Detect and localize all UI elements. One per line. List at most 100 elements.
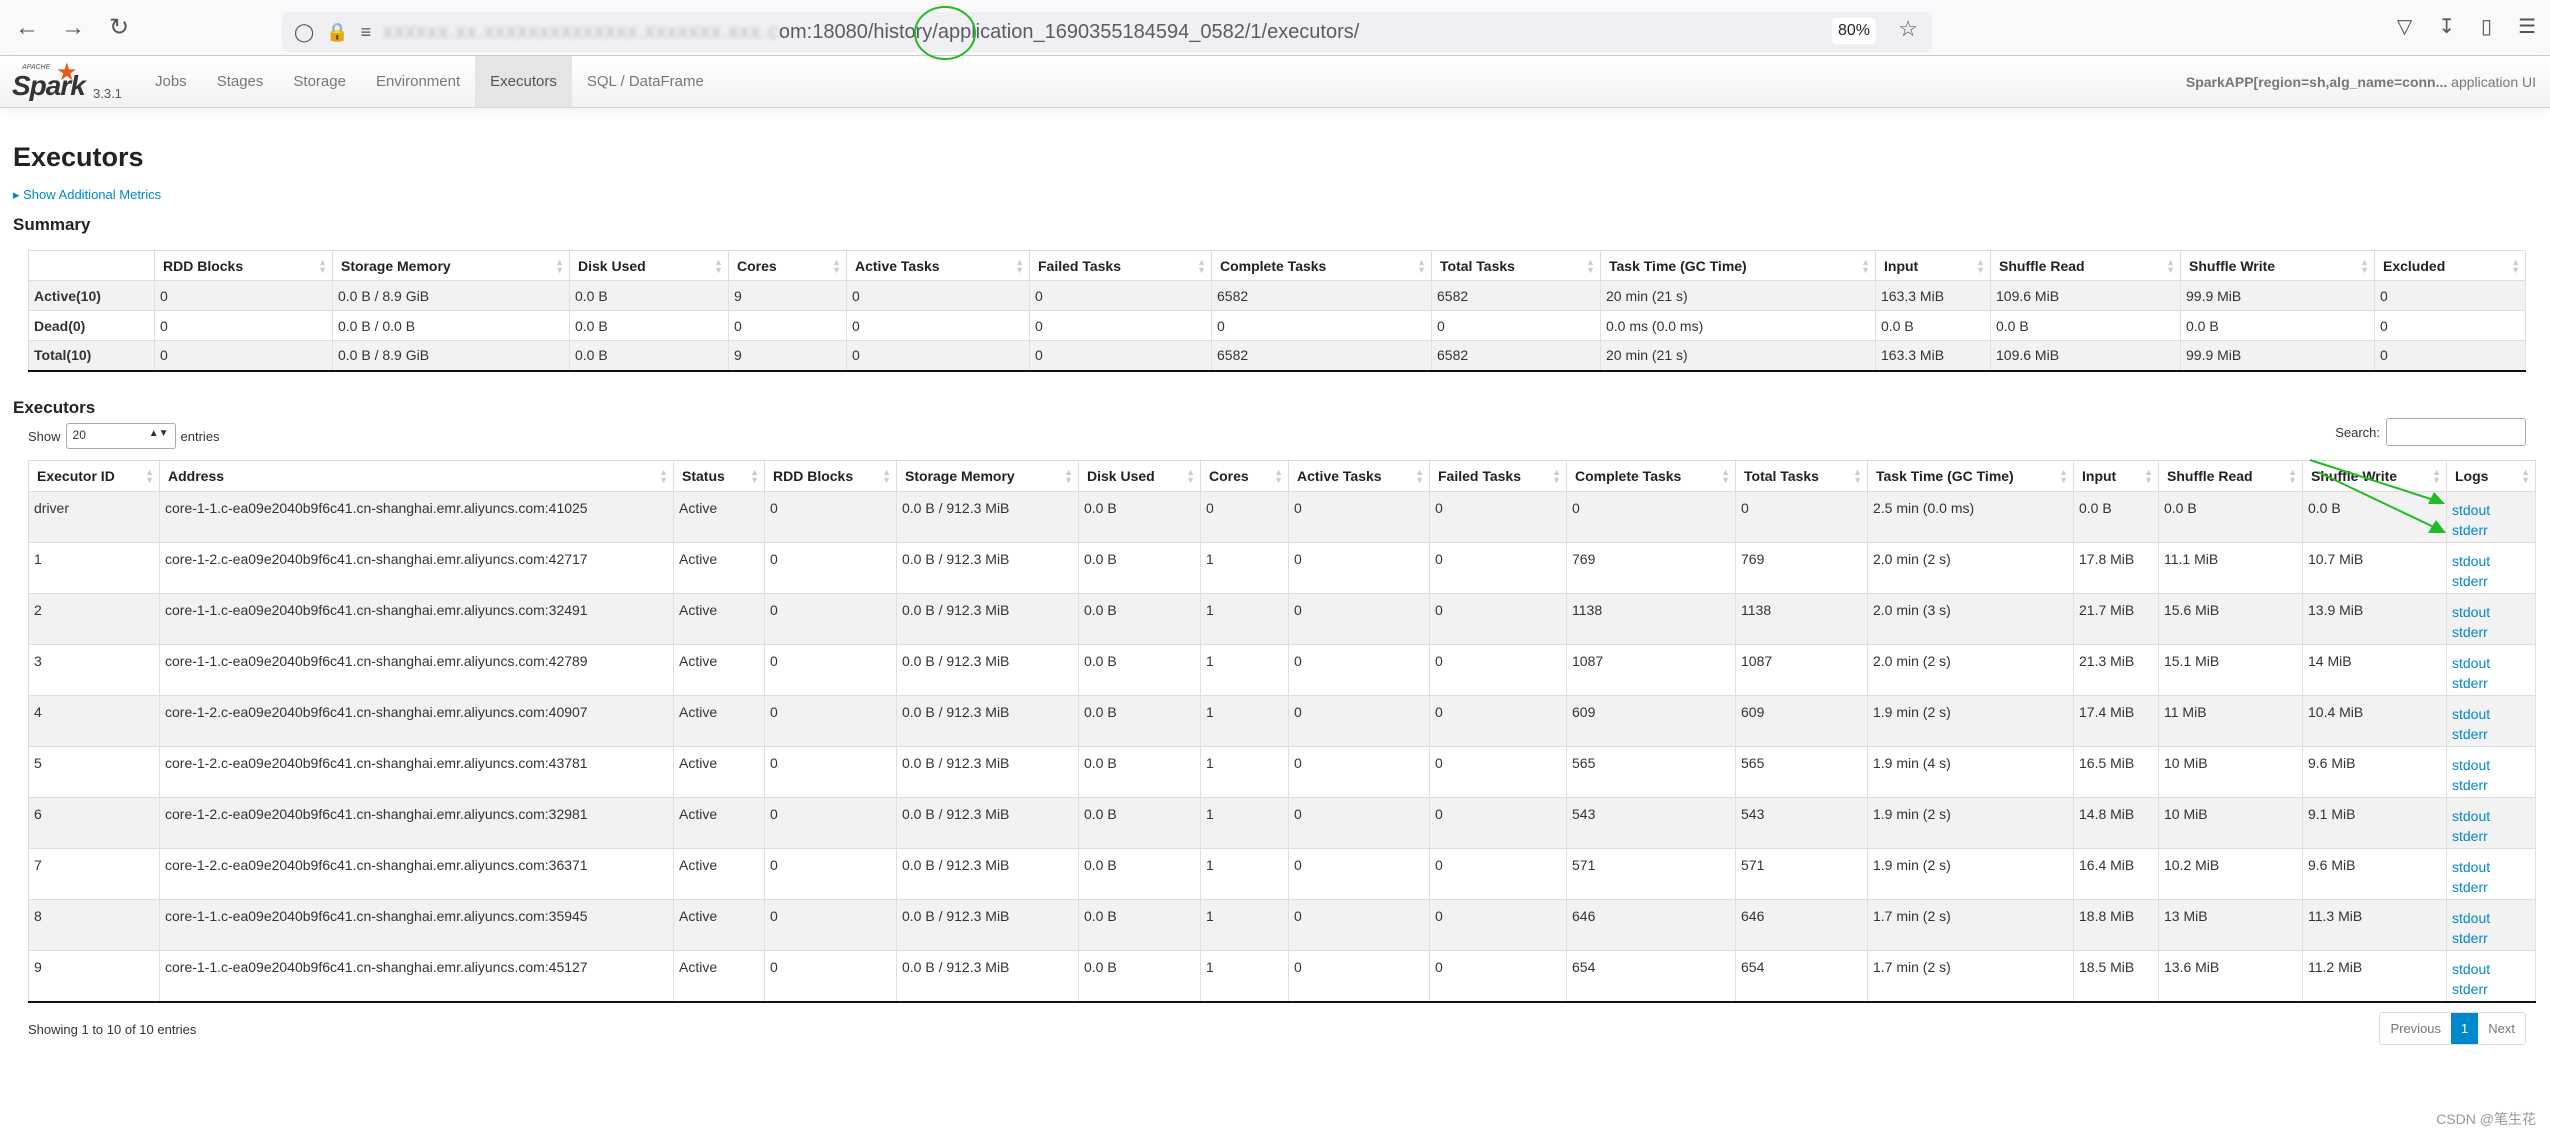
url-bar[interactable]: ◯ 🔒 ≡ xxxxxx.xx.xxxxxxxxxxxxxx.xxxxxxx.x…	[282, 12, 1932, 52]
column-header-address[interactable]: Address ▲ ▼	[159, 460, 674, 492]
stderr-link[interactable]: stderr	[2452, 877, 2530, 897]
cell-shuffle-write: 99.9 MiB	[2180, 340, 2375, 372]
column-header-shuffle-write[interactable]: Shuffle Write ▲ ▼	[2180, 250, 2375, 281]
stdout-link[interactable]: stdout	[2452, 551, 2530, 571]
cell-complete-tasks: 6582	[1211, 280, 1432, 311]
cell-disk-used: 0.0 B	[569, 310, 729, 341]
tab-storage[interactable]: Storage	[278, 56, 361, 107]
column-header-task-time-gc-time[interactable]: Task Time (GC Time) ▲ ▼	[1600, 250, 1876, 281]
column-header-total-tasks[interactable]: Total Tasks ▲ ▼	[1431, 250, 1601, 281]
column-header-disk-used[interactable]: Disk Used ▲ ▼	[569, 250, 729, 281]
stderr-link[interactable]: stderr	[2452, 928, 2530, 948]
column-header-complete-tasks[interactable]: Complete Tasks ▲ ▼	[1211, 250, 1432, 281]
column-header-rdd-blocks[interactable]: RDD Blocks ▲ ▼	[764, 460, 897, 492]
cell-input: 16.5 MiB	[2073, 746, 2159, 798]
column-header-cores[interactable]: Cores ▲ ▼	[728, 250, 847, 281]
column-header-active-tasks[interactable]: Active Tasks ▲ ▼	[1288, 460, 1430, 492]
column-header-shuffle-read[interactable]: Shuffle Read ▲ ▼	[1990, 250, 2181, 281]
column-header-rdd-blocks[interactable]: RDD Blocks ▲ ▼	[154, 250, 333, 281]
column-header-disk-used[interactable]: Disk Used ▲ ▼	[1078, 460, 1201, 492]
stdout-link[interactable]: stdout	[2452, 755, 2530, 775]
stderr-link[interactable]: stderr	[2452, 979, 2530, 999]
stderr-link[interactable]: stderr	[2452, 826, 2530, 846]
column-header-blank[interactable]	[28, 250, 155, 281]
zoom-level[interactable]: 80%	[1831, 18, 1876, 44]
cell-logs: stdout stderr	[2446, 593, 2536, 645]
cell-logs: stdout stderr	[2446, 542, 2536, 594]
show-additional-metrics-link[interactable]: ▸ Show Additional Metrics	[13, 187, 2550, 203]
app-ui-label: application UI	[2451, 74, 2536, 90]
cell-task-time-gc-time: 1.7 min (2 s)	[1867, 950, 2074, 1003]
back-icon[interactable]: ←	[8, 14, 46, 42]
column-header-logs[interactable]: Logs ▲ ▼	[2446, 460, 2536, 492]
column-header-task-time-gc-time[interactable]: Task Time (GC Time) ▲ ▼	[1867, 460, 2074, 492]
stderr-link[interactable]: stderr	[2452, 571, 2530, 591]
column-header-storage-memory[interactable]: Storage Memory ▲ ▼	[332, 250, 570, 281]
stderr-link[interactable]: stderr	[2452, 724, 2530, 744]
tab-environment[interactable]: Environment	[361, 56, 475, 107]
column-header-cores[interactable]: Cores ▲ ▼	[1200, 460, 1289, 492]
tab-stages[interactable]: Stages	[202, 56, 279, 107]
cell-total-tasks: 6582	[1431, 340, 1601, 372]
previous-button[interactable]: Previous	[2380, 1013, 2451, 1044]
stderr-link[interactable]: stderr	[2452, 622, 2530, 642]
column-header-failed-tasks[interactable]: Failed Tasks ▲ ▼	[1429, 460, 1567, 492]
cell-storage-memory: 0.0 B / 912.3 MiB	[896, 644, 1079, 696]
column-header-storage-memory[interactable]: Storage Memory ▲ ▼	[896, 460, 1079, 492]
cell-cores: 1	[1200, 542, 1289, 594]
stdout-link[interactable]: stdout	[2452, 500, 2530, 520]
tab-executors[interactable]: Executors	[475, 56, 572, 107]
download-icon[interactable]: ↧	[2438, 14, 2455, 39]
cell-status: Active	[673, 848, 765, 900]
page-size-control: Show 20 ▲▼ entries	[28, 423, 220, 449]
cell-shuffle-write: 9.1 MiB	[2302, 797, 2447, 849]
stdout-link[interactable]: stdout	[2452, 602, 2530, 622]
tab-jobs[interactable]: Jobs	[140, 56, 202, 107]
stdout-link[interactable]: stdout	[2452, 908, 2530, 928]
stderr-link[interactable]: stderr	[2452, 775, 2530, 795]
stdout-link[interactable]: stdout	[2452, 653, 2530, 673]
cell-shuffle-write: 9.6 MiB	[2302, 848, 2447, 900]
column-header-active-tasks[interactable]: Active Tasks ▲ ▼	[846, 250, 1030, 281]
forward-icon[interactable]: →	[54, 14, 92, 42]
search-input[interactable]	[2386, 418, 2526, 446]
column-header-label: Task Time (GC Time)	[1609, 257, 1747, 274]
cell-total-tasks: 1087	[1735, 644, 1868, 696]
bookmark-star-icon[interactable]: ☆	[1898, 16, 1918, 42]
reload-icon[interactable]: ↻	[100, 13, 138, 42]
extensions-icon[interactable]: ▯	[2481, 14, 2492, 39]
pocket-icon[interactable]: ▽	[2397, 14, 2412, 39]
stderr-link[interactable]: stderr	[2452, 520, 2530, 540]
table-row: 5 core-1-2.c-ea09e2040b9f6c41.cn-shanghai…	[28, 746, 2536, 798]
stderr-link[interactable]: stderr	[2452, 673, 2530, 693]
cell-excluded: 0	[2374, 280, 2526, 311]
column-header-failed-tasks[interactable]: Failed Tasks ▲ ▼	[1029, 250, 1212, 281]
stdout-link[interactable]: stdout	[2452, 704, 2530, 724]
executors-table: Executor ID ▲ ▼ Address ▲ ▼ Status ▲ ▼ RDD Blocks…	[28, 460, 2536, 1003]
cell-shuffle-read: 10 MiB	[2158, 746, 2303, 798]
cell-task-time-gc-time: 0.0 ms (0.0 ms)	[1600, 310, 1876, 341]
column-header-input[interactable]: Input ▲ ▼	[1875, 250, 1991, 281]
stdout-link[interactable]: stdout	[2452, 806, 2530, 826]
stdout-link[interactable]: stdout	[2452, 959, 2530, 979]
cell-shuffle-read: 13.6 MiB	[2158, 950, 2303, 1003]
column-header-complete-tasks[interactable]: Complete Tasks ▲ ▼	[1566, 460, 1736, 492]
column-header-total-tasks[interactable]: Total Tasks ▲ ▼	[1735, 460, 1868, 492]
tab-sql[interactable]: SQL / DataFrame	[572, 56, 719, 107]
next-button[interactable]: Next	[2478, 1013, 2525, 1044]
column-header-input[interactable]: Input ▲ ▼	[2073, 460, 2159, 492]
sort-icon: ▲ ▼	[1721, 467, 1730, 485]
page-size-select[interactable]: 20 ▲▼	[65, 423, 176, 449]
stdout-link[interactable]: stdout	[2452, 857, 2530, 877]
column-header-status[interactable]: Status ▲ ▼	[673, 460, 765, 492]
menu-icon[interactable]: ☰	[2518, 14, 2536, 39]
column-header-executor-id[interactable]: Executor ID ▲ ▼	[28, 460, 160, 492]
column-header-shuffle-read[interactable]: Shuffle Read ▲ ▼	[2158, 460, 2303, 492]
column-header-excluded[interactable]: Excluded ▲ ▼	[2374, 250, 2526, 281]
spark-logo[interactable]: APACHE Spark ★ 3.3.1	[0, 56, 140, 107]
cell-cores: 1	[1200, 797, 1289, 849]
cell-shuffle-write: 10.7 MiB	[2302, 542, 2447, 594]
page-1-button[interactable]: 1	[2451, 1013, 2479, 1044]
column-header-shuffle-write[interactable]: Shuffle Write ▲ ▼	[2302, 460, 2447, 492]
cell-task-time-gc-time: 2.0 min (2 s)	[1867, 644, 2074, 696]
